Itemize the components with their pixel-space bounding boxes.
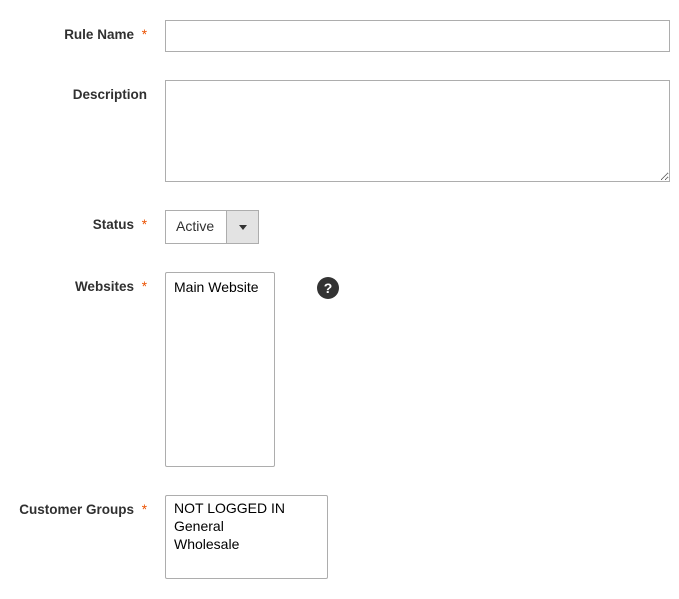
description-row: Description — [10, 80, 669, 182]
required-mark: * — [142, 27, 147, 42]
status-input-col: Active — [165, 210, 669, 244]
customer-groups-option[interactable]: Wholesale — [166, 535, 327, 553]
description-label: Description — [73, 87, 147, 102]
description-label-wrap: Description — [10, 80, 165, 102]
websites-multiselect[interactable]: Main Website — [165, 272, 275, 467]
customer-groups-label-wrap: Customer Groups * — [10, 495, 165, 517]
customer-groups-label: Customer Groups — [19, 502, 134, 517]
description-input-col — [165, 80, 670, 182]
customer-groups-option[interactable]: General — [166, 517, 327, 535]
status-select-value: Active — [166, 211, 226, 243]
description-textarea[interactable] — [165, 80, 670, 182]
customer-groups-input-col: NOT LOGGED IN General Wholesale — [165, 495, 669, 579]
required-mark: * — [142, 502, 147, 517]
websites-row: Websites * Main Website ? — [10, 272, 669, 467]
chevron-down-icon — [239, 225, 247, 230]
status-row: Status * Active — [10, 210, 669, 244]
help-icon[interactable]: ? — [317, 277, 339, 299]
websites-label-wrap: Websites * — [10, 272, 165, 294]
status-label-wrap: Status * — [10, 210, 165, 232]
help-symbol: ? — [324, 280, 333, 296]
status-select-button[interactable] — [226, 211, 258, 243]
required-mark: * — [142, 279, 147, 294]
customer-groups-option[interactable]: NOT LOGGED IN — [166, 499, 327, 517]
customer-groups-multiselect[interactable]: NOT LOGGED IN General Wholesale — [165, 495, 328, 579]
rule-name-input[interactable] — [165, 20, 670, 52]
websites-label: Websites — [75, 279, 134, 294]
websites-option[interactable]: Main Website — [166, 277, 274, 297]
websites-input-col: Main Website ? — [165, 272, 669, 467]
status-label: Status — [93, 217, 134, 232]
required-mark: * — [142, 217, 147, 232]
status-select[interactable]: Active — [165, 210, 259, 244]
rule-name-label-wrap: Rule Name * — [10, 20, 165, 42]
rule-name-label: Rule Name — [64, 27, 134, 42]
rule-name-input-col — [165, 20, 670, 52]
rule-name-row: Rule Name * — [10, 20, 669, 52]
customer-groups-row: Customer Groups * NOT LOGGED IN General … — [10, 495, 669, 579]
